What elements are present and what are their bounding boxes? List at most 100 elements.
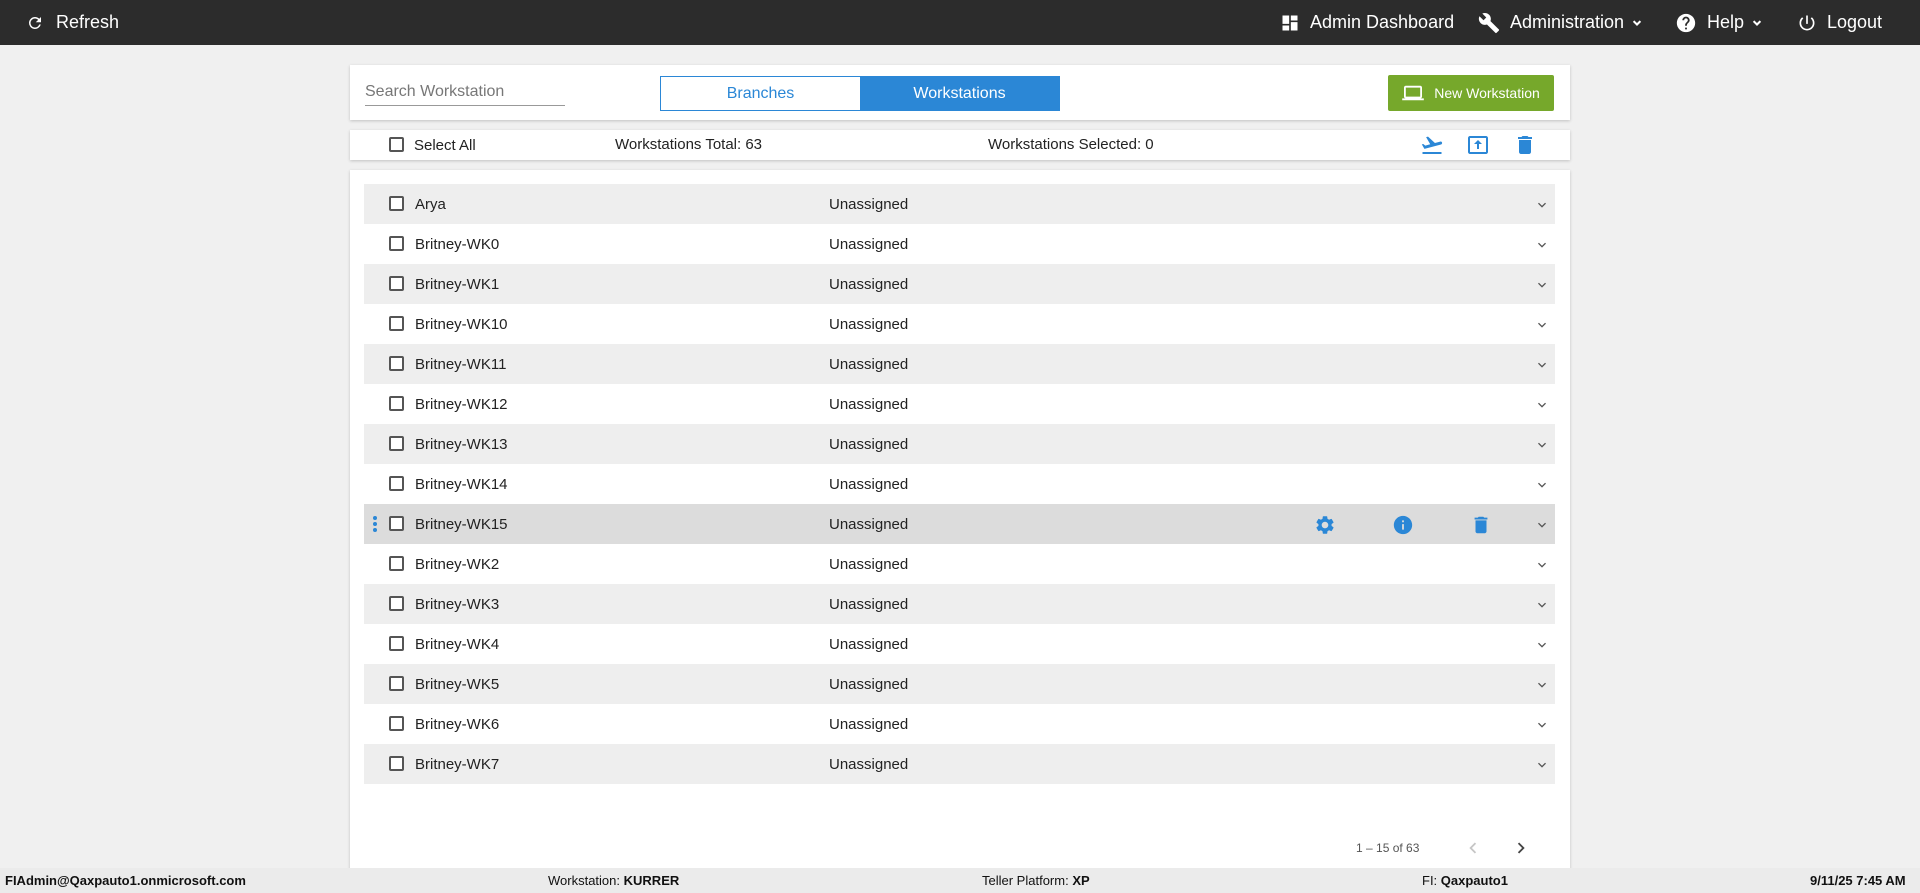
row-checkbox[interactable] <box>389 516 404 531</box>
row-checkbox[interactable] <box>389 636 404 651</box>
workstation-status: Unassigned <box>829 636 909 653</box>
upload-icon <box>1468 136 1488 154</box>
row-checkbox[interactable] <box>389 716 404 731</box>
select-all-label[interactable]: Select All <box>414 137 476 154</box>
workstation-name: Britney-WK4 <box>415 636 500 653</box>
chevron-down-icon <box>1538 642 1546 648</box>
row-info-button[interactable] <box>1392 514 1414 540</box>
administration-menu[interactable]: Administration <box>1478 0 1644 45</box>
expand-row-button[interactable] <box>1534 357 1550 377</box>
workstation-status: Unassigned <box>829 436 909 453</box>
table-row[interactable]: Britney-WK2 Unassigned <box>364 544 1555 584</box>
workstation-name: Britney-WK11 <box>415 356 507 373</box>
tab-branches[interactable]: Branches <box>661 77 860 110</box>
workstation-status: Unassigned <box>829 356 909 373</box>
search-workstation-input[interactable] <box>365 78 565 106</box>
table-row[interactable]: Britney-WK6 Unassigned <box>364 704 1555 744</box>
expand-row-button[interactable] <box>1534 757 1550 777</box>
new-workstation-button[interactable]: New Workstation <box>1388 75 1554 111</box>
refresh-label: Refresh <box>56 12 120 32</box>
table-row[interactable]: Britney-WK14 Unassigned <box>364 464 1555 504</box>
workstation-name: Britney-WK12 <box>415 396 508 413</box>
table-row[interactable]: Britney-WK15 Unassigned <box>364 504 1555 544</box>
select-all-checkbox[interactable] <box>389 137 404 152</box>
expand-row-button[interactable] <box>1534 717 1550 737</box>
chevron-down-icon <box>1538 682 1546 688</box>
expand-row-button[interactable] <box>1534 397 1550 417</box>
expand-row-button[interactable] <box>1534 597 1550 617</box>
workstation-name: Britney-WK5 <box>415 676 500 693</box>
expand-row-button[interactable] <box>1534 637 1550 657</box>
administration-label: Administration <box>1510 12 1625 32</box>
row-checkbox[interactable] <box>389 476 404 491</box>
refresh-button[interactable]: Refresh <box>26 0 119 45</box>
workstation-name: Britney-WK3 <box>415 596 500 613</box>
table-row[interactable]: Britney-WK3 Unassigned <box>364 584 1555 624</box>
expand-row-button[interactable] <box>1534 677 1550 697</box>
expand-row-button[interactable] <box>1534 477 1550 497</box>
row-checkbox[interactable] <box>389 756 404 771</box>
row-checkbox[interactable] <box>389 596 404 611</box>
table-row[interactable]: Britney-WK7 Unassigned <box>364 744 1555 784</box>
admin-dashboard-link[interactable]: Admin Dashboard <box>1280 0 1454 45</box>
chevron-down-icon <box>1538 602 1546 608</box>
expand-row-button[interactable] <box>1534 237 1550 257</box>
expand-row-button[interactable] <box>1534 557 1550 577</box>
table-row[interactable]: Britney-WK1 Unassigned <box>364 264 1555 304</box>
row-delete-button[interactable] <box>1470 514 1492 540</box>
expand-row-button[interactable] <box>1534 277 1550 297</box>
top-nav-bar: Refresh Admin Dashboard Administration H… <box>0 0 1920 45</box>
table-row[interactable]: Britney-WK4 Unassigned <box>364 624 1555 664</box>
row-checkbox[interactable] <box>389 316 404 331</box>
delete-selected-button[interactable] <box>1513 133 1537 161</box>
tab-workstations[interactable]: Workstations <box>860 77 1059 110</box>
expand-row-button[interactable] <box>1534 437 1550 457</box>
table-row[interactable]: Britney-WK12 Unassigned <box>364 384 1555 424</box>
dashboard-icon <box>1282 15 1298 30</box>
selection-summary-bar: Select All Workstations Total: 63 Workst… <box>350 130 1570 160</box>
table-row[interactable]: Britney-WK10 Unassigned <box>364 304 1555 344</box>
logout-button[interactable]: Logout <box>1797 0 1882 45</box>
footer-user: FIAdmin@Qaxpauto1.onmicrosoft.com <box>5 873 246 888</box>
row-settings-button[interactable] <box>1314 514 1336 540</box>
expand-row-button[interactable] <box>1534 197 1550 217</box>
upload-button[interactable] <box>1466 133 1490 161</box>
expand-row-button[interactable] <box>1534 517 1550 537</box>
chevron-down-icon <box>1538 242 1546 248</box>
expand-row-button[interactable] <box>1534 317 1550 337</box>
chevron-down-icon <box>1538 722 1546 728</box>
table-row[interactable]: Arya Unassigned <box>364 184 1555 224</box>
next-page-button[interactable] <box>1510 837 1532 864</box>
footer-workstation: Workstation: KURRER <box>548 873 680 888</box>
previous-page-button[interactable] <box>1462 837 1484 864</box>
chevron-down-icon <box>1538 762 1546 768</box>
row-checkbox[interactable] <box>389 196 404 211</box>
assign-branch-button[interactable] <box>1420 133 1444 161</box>
chevron-down-icon <box>1632 19 1642 26</box>
row-checkbox[interactable] <box>389 356 404 371</box>
workstation-header-card: Branches Workstations New Workstation <box>350 65 1570 120</box>
row-checkbox[interactable] <box>389 236 404 251</box>
help-menu[interactable]: Help <box>1675 0 1764 45</box>
wrench-icon <box>1478 12 1500 33</box>
row-checkbox[interactable] <box>389 276 404 291</box>
workstation-status: Unassigned <box>829 756 909 773</box>
workstation-name: Britney-WK6 <box>415 716 500 733</box>
trash-icon <box>1474 516 1488 534</box>
row-checkbox[interactable] <box>389 436 404 451</box>
row-checkbox[interactable] <box>389 676 404 691</box>
table-row[interactable]: Britney-WK0 Unassigned <box>364 224 1555 264</box>
workstations-total: Workstations Total: 63 <box>615 136 763 153</box>
admin-dashboard-label: Admin Dashboard <box>1310 12 1455 32</box>
chevron-down-icon <box>1538 202 1546 208</box>
row-menu-handle[interactable] <box>373 516 379 532</box>
workstation-status: Unassigned <box>829 196 909 213</box>
chevron-right-icon <box>1517 842 1525 854</box>
workstation-status: Unassigned <box>829 596 909 613</box>
table-row[interactable]: Britney-WK5 Unassigned <box>364 664 1555 704</box>
chevron-down-icon <box>1538 282 1546 288</box>
table-row[interactable]: Britney-WK13 Unassigned <box>364 424 1555 464</box>
table-row[interactable]: Britney-WK11 Unassigned <box>364 344 1555 384</box>
row-checkbox[interactable] <box>389 556 404 571</box>
row-checkbox[interactable] <box>389 396 404 411</box>
